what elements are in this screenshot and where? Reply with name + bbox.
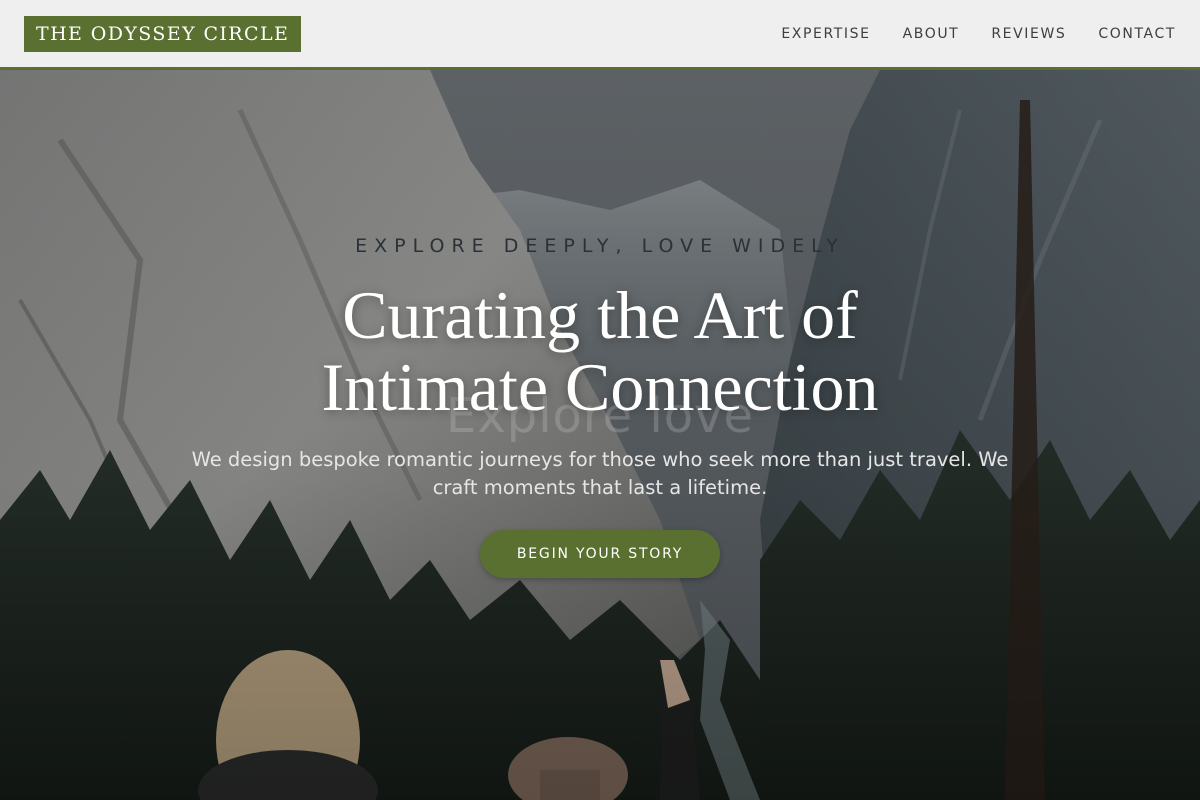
hero-headline-line-1: Curating the Art of xyxy=(342,277,858,353)
hero-subtext: We design bespoke romantic journeys for … xyxy=(191,448,1009,499)
hero-headline-line-2: Intimate Connection xyxy=(321,349,879,425)
hero-headline: Curating the Art of Intimate Connection xyxy=(0,279,1200,423)
hero-tagline: EXPLORE DEEPLY, LOVE WIDELY xyxy=(355,235,845,257)
begin-your-story-button[interactable]: BEGIN YOUR STORY xyxy=(480,530,720,578)
hero-section: EXPLORE DEEPLY, LOVE WIDELY Explore love… xyxy=(0,0,1200,800)
landing-page: THE ODYSSEY CIRCLE EXPERTISE ABOUT REVIE… xyxy=(0,0,1200,800)
